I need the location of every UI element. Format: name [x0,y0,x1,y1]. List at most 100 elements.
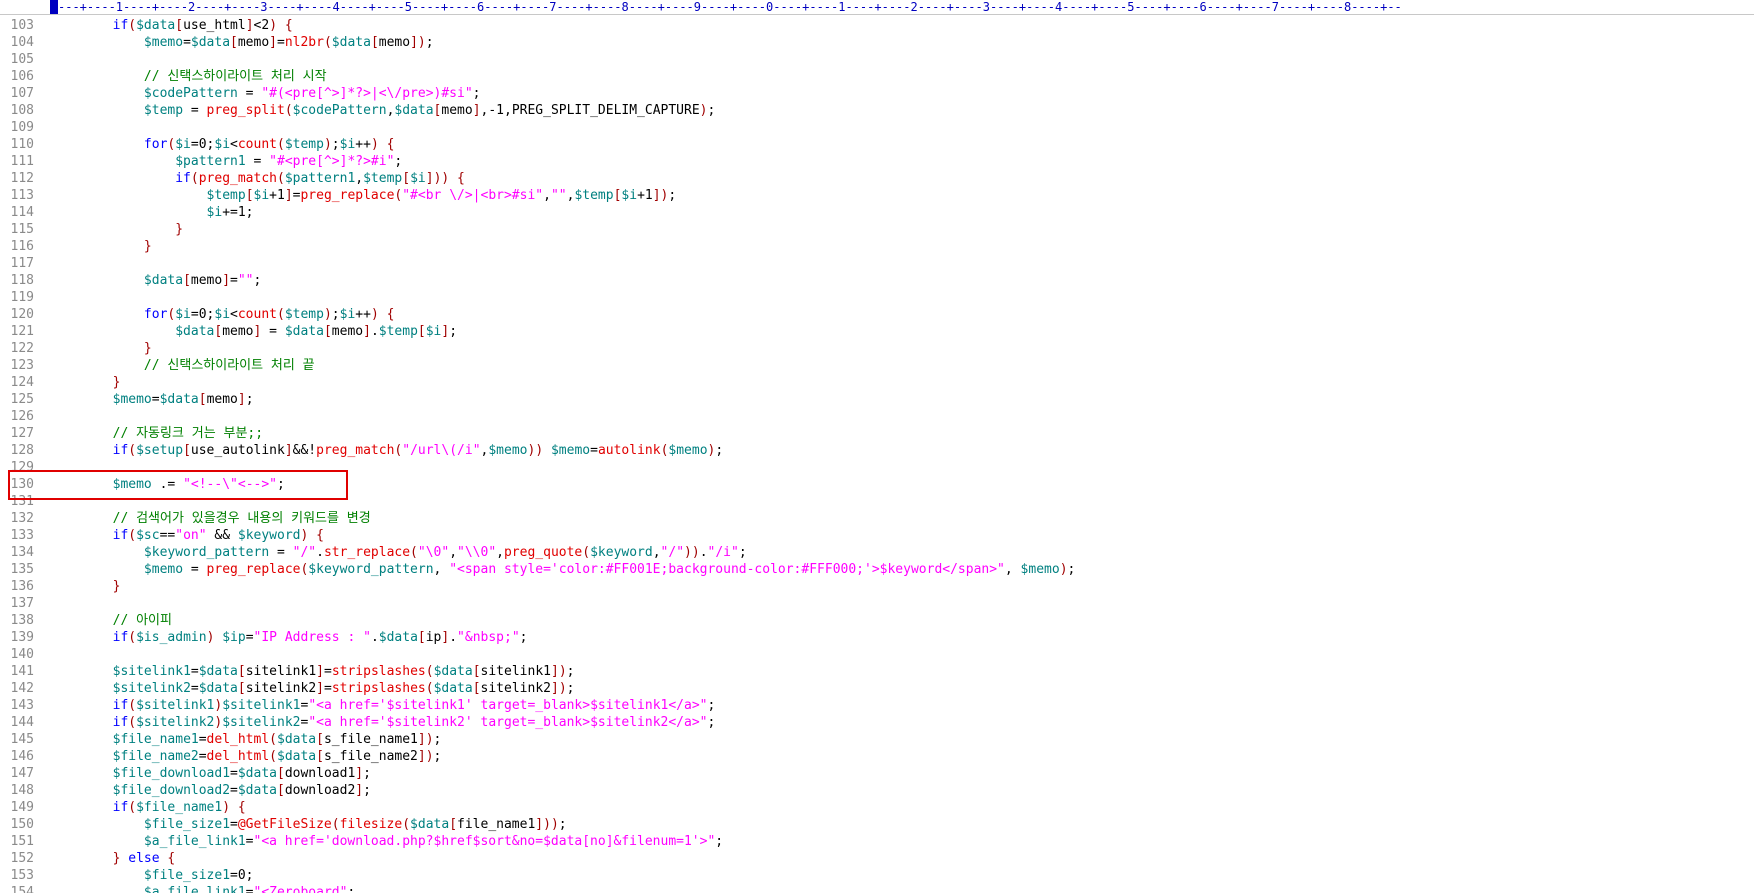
code-text[interactable]: // 자동링크 거는 부분;; [50,425,263,442]
code-text[interactable]: if($sitelink2)$sitelink2="<a href='$site… [50,714,716,731]
code-text[interactable]: // 신택스하이라이트 처리 끝 [50,357,315,374]
code-text[interactable]: if($is_admin) $ip="IP Address : ".$data[… [50,629,528,646]
code-text[interactable]: for($i=0;$i<count($temp);$i++) { [50,136,395,153]
code-line[interactable]: 127 // 자동링크 거는 부분;; [0,425,1754,442]
code-text[interactable]: if(preg_match($pattern1,$temp[$i])) { [50,170,465,187]
code-text[interactable]: $temp = preg_split($codePattern,$data[me… [50,102,715,119]
code-text[interactable]: $file_download2=$data[download2]; [50,782,371,799]
code-line[interactable]: 148 $file_download2=$data[download2]; [0,782,1754,799]
code-text[interactable]: $a_file_link1="<a href='download.php?$hr… [50,833,723,850]
code-line[interactable]: 125 $memo=$data[memo]; [0,391,1754,408]
code-text[interactable]: } [50,238,152,255]
code-text[interactable]: } else { [50,850,176,867]
code-line[interactable]: 122 } [0,340,1754,357]
code-line[interactable]: 131 [0,493,1754,510]
code-line[interactable]: 107 $codePattern = "#(<pre[^>]*?>|<\/pre… [0,85,1754,102]
code-line[interactable]: 146 $file_name2=del_html($data[s_file_na… [0,748,1754,765]
code-line[interactable]: 108 $temp = preg_split($codePattern,$dat… [0,102,1754,119]
code-line[interactable]: 150 $file_size1=@GetFileSize(filesize($d… [0,816,1754,833]
code-line[interactable]: 111 $pattern1 = "#<pre[^>]*?>#i"; [0,153,1754,170]
code-line[interactable]: 120 for($i=0;$i<count($temp);$i++) { [0,306,1754,323]
code-line[interactable]: 126 [0,408,1754,425]
code-line[interactable]: 141 $sitelink1=$data[sitelink1]=stripsla… [0,663,1754,680]
code-text[interactable]: } [50,578,121,595]
code-text[interactable]: $file_size1=@GetFileSize(filesize($data[… [50,816,567,833]
code-text[interactable]: if($data[use_html]<2) { [50,17,293,34]
line-number: 115 [10,222,34,237]
code-text[interactable]: if($setup[use_autolink]&&!preg_match("/u… [50,442,724,459]
code-text[interactable]: $a_file_link1="<Zeroboard"; [50,884,355,893]
code-line[interactable]: 113 $temp[$i+1]=preg_replace("#<br \/>|<… [0,187,1754,204]
code-line[interactable]: 104 $memo=$data[memo]=nl2br($data[memo])… [0,34,1754,51]
code-line[interactable]: 128 if($setup[use_autolink]&&!preg_match… [0,442,1754,459]
code-line[interactable]: 133 if($sc=="on" && $keyword) { [0,527,1754,544]
code-text[interactable]: $data[memo]=""; [50,272,261,289]
code-line[interactable]: 142 $sitelink2=$data[sitelink2]=stripsla… [0,680,1754,697]
code-line[interactable]: 134 $keyword_pattern = "/".str_replace("… [0,544,1754,561]
code-line[interactable]: 130 $memo .= "<!--\"<-->"; [0,476,1754,493]
code-text[interactable]: $file_name1=del_html($data[s_file_name1]… [50,731,442,748]
code-text[interactable]: $sitelink1=$data[sitelink1]=stripslashes… [50,663,575,680]
code-line[interactable]: 124 } [0,374,1754,391]
code-line[interactable]: 112 if(preg_match($pattern1,$temp[$i])) … [0,170,1754,187]
code-line[interactable]: 114 $i+=1; [0,204,1754,221]
code-line[interactable]: 109 [0,119,1754,136]
code-line[interactable]: 151 $a_file_link1="<a href='download.php… [0,833,1754,850]
code-line[interactable]: 138 // 아이피 [0,612,1754,629]
code-text[interactable]: if($sitelink1)$sitelink1="<a href='$site… [50,697,716,714]
code-text[interactable]: // 검색어가 있을경우 내용의 키워드를 변경 [50,510,371,527]
code-line[interactable]: 117 [0,255,1754,272]
code-line[interactable]: 144 if($sitelink2)$sitelink2="<a href='$… [0,714,1754,731]
code-line[interactable]: 149 if($file_name1) { [0,799,1754,816]
code-line[interactable]: 105 [0,51,1754,68]
code-text[interactable]: $memo=$data[memo]=nl2br($data[memo]); [50,34,434,51]
code-line[interactable]: 121 $data[memo] = $data[memo].$temp[$i]; [0,323,1754,340]
code-text[interactable]: $file_download1=$data[download1]; [50,765,371,782]
code-line[interactable]: 136 } [0,578,1754,595]
code-line[interactable]: 116 } [0,238,1754,255]
line-number: 110 [10,137,34,152]
code-text[interactable]: if($sc=="on" && $keyword) { [50,527,324,544]
code-editor[interactable]: 103 if($data[use_html]<2) {104 $memo=$da… [0,17,1754,893]
code-line[interactable]: 143 if($sitelink1)$sitelink1="<a href='$… [0,697,1754,714]
code-text[interactable]: if($file_name1) { [50,799,246,816]
code-text[interactable]: $memo .= "<!--\"<-->"; [50,476,285,493]
code-text[interactable]: $sitelink2=$data[sitelink2]=stripslashes… [50,680,575,697]
column-ruler: ---+----1----+----2----+----3----+----4-… [0,0,1754,15]
code-line[interactable]: 153 $file_size1=0; [0,867,1754,884]
code-text[interactable]: $memo = preg_replace($keyword_pattern, "… [50,561,1075,578]
code-text[interactable]: $data[memo] = $data[memo].$temp[$i]; [50,323,457,340]
code-text[interactable]: } [50,340,152,357]
line-number: 130 [10,477,34,492]
code-line[interactable]: 132 // 검색어가 있을경우 내용의 키워드를 변경 [0,510,1754,527]
code-text[interactable]: // 신택스하이라이트 처리 시작 [50,68,327,85]
code-text[interactable]: $temp[$i+1]=preg_replace("#<br \/>|<br>#… [50,187,677,204]
code-line[interactable]: 106 // 신택스하이라이트 처리 시작 [0,68,1754,85]
code-text[interactable]: } [50,221,183,238]
code-text[interactable]: $memo=$data[memo]; [50,391,254,408]
code-text[interactable]: $pattern1 = "#<pre[^>]*?>#i"; [50,153,402,170]
code-line[interactable]: 129 [0,459,1754,476]
code-line[interactable]: 154 $a_file_link1="<Zeroboard"; [0,884,1754,893]
code-line[interactable]: 147 $file_download1=$data[download1]; [0,765,1754,782]
code-line[interactable]: 123 // 신택스하이라이트 처리 끝 [0,357,1754,374]
code-line[interactable]: 137 [0,595,1754,612]
code-text[interactable]: $keyword_pattern = "/".str_replace("\0",… [50,544,747,561]
code-text[interactable]: $codePattern = "#(<pre[^>]*?>|<\/pre>)#s… [50,85,481,102]
code-line[interactable]: 103 if($data[use_html]<2) { [0,17,1754,34]
code-line[interactable]: 115 } [0,221,1754,238]
code-text[interactable]: for($i=0;$i<count($temp);$i++) { [50,306,395,323]
code-line[interactable]: 139 if($is_admin) $ip="IP Address : ".$d… [0,629,1754,646]
code-line[interactable]: 118 $data[memo]=""; [0,272,1754,289]
code-line[interactable]: 140 [0,646,1754,663]
code-text[interactable]: // 아이피 [50,612,172,629]
code-line[interactable]: 145 $file_name1=del_html($data[s_file_na… [0,731,1754,748]
code-line[interactable]: 135 $memo = preg_replace($keyword_patter… [0,561,1754,578]
code-text[interactable]: $file_size1=0; [50,867,254,884]
code-text[interactable]: $file_name2=del_html($data[s_file_name2]… [50,748,442,765]
code-line[interactable]: 119 [0,289,1754,306]
code-line[interactable]: 110 for($i=0;$i<count($temp);$i++) { [0,136,1754,153]
code-text[interactable]: $i+=1; [50,204,254,221]
code-line[interactable]: 152 } else { [0,850,1754,867]
code-text[interactable]: } [50,374,121,391]
